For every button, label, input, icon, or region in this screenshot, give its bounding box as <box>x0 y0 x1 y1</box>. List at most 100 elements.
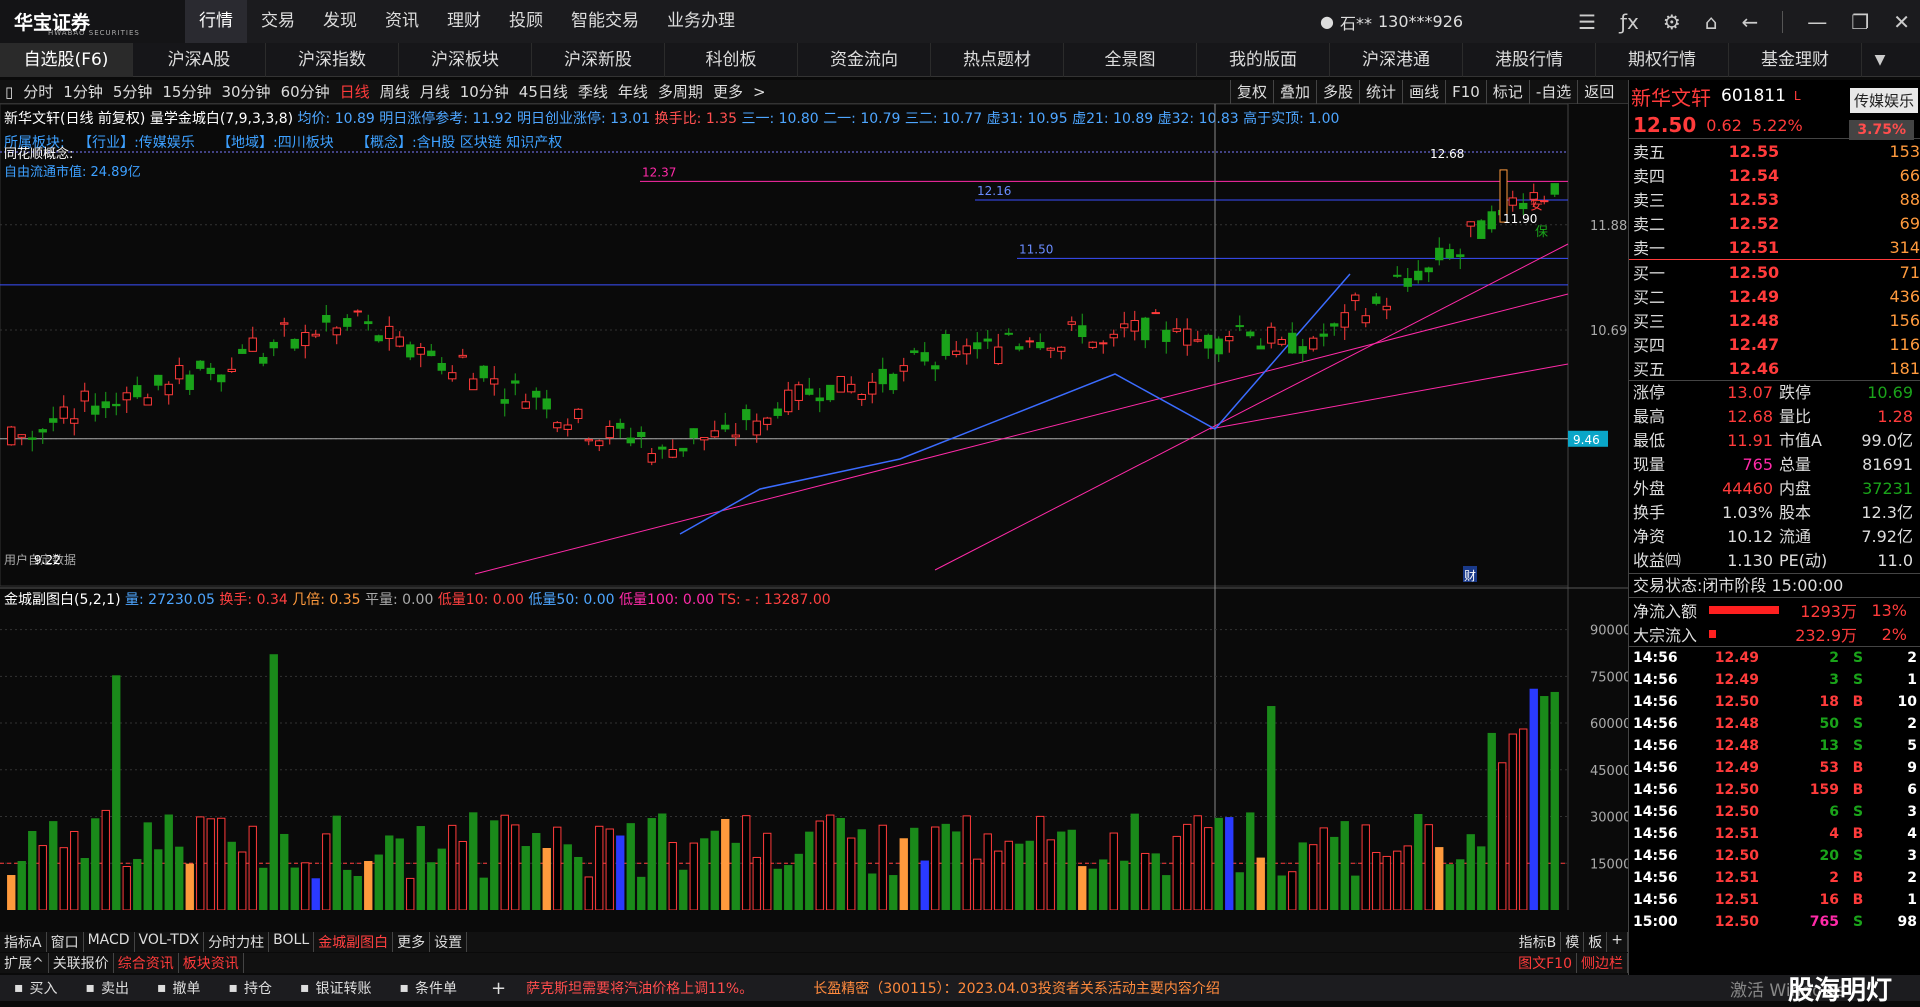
period-tab[interactable]: 1分钟 <box>58 81 108 102</box>
chart-tool-button[interactable]: 多股 <box>1316 80 1359 104</box>
period-tab[interactable]: 季线 <box>573 81 613 102</box>
indicator-tab[interactable]: BOLL <box>269 932 315 952</box>
vol-indicator[interactable]: 金城副图白(5,2,1) <box>4 592 121 608</box>
period-tab[interactable]: 15分钟 <box>157 81 216 102</box>
list-icon[interactable]: ☰ <box>1578 10 1596 34</box>
market-tab[interactable]: 沪深板块 <box>399 43 532 77</box>
indicator-right-tab[interactable]: 指标B <box>1515 932 1562 952</box>
extension-tab[interactable]: 扩展^ <box>0 953 49 973</box>
market-tab[interactable]: 基金理财 <box>1729 43 1862 77</box>
news-ticker-2[interactable]: 长盈精密（300115）：2023.04.03投资者关系活动主要内容介绍 <box>813 978 1220 998</box>
restore-icon[interactable]: ❐ <box>1851 10 1869 34</box>
market-tab[interactable]: 热点题材 <box>931 43 1064 77</box>
market-tab[interactable]: 我的版面 <box>1197 43 1330 77</box>
volume-bar <box>1057 831 1066 910</box>
period-tab[interactable]: 60分钟 <box>276 81 335 102</box>
market-tab[interactable]: 沪深A股 <box>133 43 266 77</box>
candle-body <box>133 385 142 398</box>
volume-bar <box>952 831 961 910</box>
settings-icon[interactable]: ⚙ <box>1663 10 1681 34</box>
chart-tool-button[interactable]: 统计 <box>1359 80 1402 104</box>
chevron-right-icon[interactable]: > <box>748 83 771 101</box>
menu-item[interactable]: 投顾 <box>495 0 557 43</box>
market-tab[interactable]: 沪深新股 <box>532 43 665 77</box>
plus-icon[interactable]: + <box>491 978 506 999</box>
period-tab[interactable]: 30分钟 <box>216 81 275 102</box>
period-tab[interactable]: 45日线 <box>514 81 573 102</box>
period-tab[interactable]: 10分钟 <box>455 81 514 102</box>
market-tab[interactable]: 全景图 <box>1064 43 1197 77</box>
volume-bar <box>1267 706 1276 910</box>
indicator-tab[interactable]: MACD <box>84 932 135 952</box>
vol-jibei: 几倍: 0.35 <box>292 592 361 608</box>
extension-tab[interactable]: 关联报价 <box>49 953 114 973</box>
market-tab[interactable]: 自选股(F6) <box>0 43 133 77</box>
chart-tool-button[interactable]: 返回 <box>1577 80 1620 104</box>
back-icon[interactable]: ← <box>1742 10 1759 34</box>
indicator-tab[interactable]: 更多 <box>393 932 431 952</box>
indicator-right-tab[interactable]: 模 <box>1561 932 1585 952</box>
market-tab[interactable]: 沪深港通 <box>1330 43 1463 77</box>
trade-button[interactable]: ▪ 卖出 <box>72 978 144 998</box>
market-tab[interactable]: 港股行情 <box>1463 43 1596 77</box>
trade-button[interactable]: ▪ 买入 <box>0 978 72 998</box>
indicator-right-tab[interactable]: 板 <box>1584 932 1608 952</box>
period-tab[interactable]: 月线 <box>415 81 455 102</box>
chart-tool-button[interactable]: 复权 <box>1230 80 1273 104</box>
chart-tool-button[interactable]: 标记 <box>1485 80 1529 104</box>
news-ticker-1[interactable]: 萨克斯坦需要将汽油价格上调11%。 <box>526 978 753 998</box>
menu-item[interactable]: 理财 <box>433 0 495 43</box>
shirt-icon[interactable]: ⌂ <box>1705 10 1718 34</box>
trade-button[interactable]: ▪ 持仓 <box>215 978 287 998</box>
indicator-tab[interactable]: 指标A <box>0 932 47 952</box>
kline-chart[interactable]: 11.8810.699.4612.3712.1611.5012.68安保11.9… <box>0 104 1628 910</box>
market-tab[interactable]: 资金流向 <box>798 43 931 77</box>
extension-right-tab[interactable]: 侧边栏 <box>1577 953 1628 973</box>
extension-right-tab[interactable]: 图文F10 <box>1514 953 1577 973</box>
trade-button[interactable]: ▪ 撤单 <box>143 978 215 998</box>
indicator-tab[interactable]: 窗口 <box>47 932 84 952</box>
market-tab[interactable]: 科创板 <box>665 43 798 77</box>
candle-body <box>385 325 394 339</box>
panel-toggle-icon[interactable]: ▯ <box>0 83 18 101</box>
trade-button[interactable]: ▪ 条件单 <box>386 978 472 998</box>
chart-tool-button[interactable]: 画线 <box>1402 80 1445 104</box>
extension-tab[interactable]: 综合资讯 <box>114 953 179 973</box>
sector-tag[interactable]: 传媒娱乐 <box>1849 88 1918 113</box>
menu-item[interactable]: 行情 <box>185 0 247 43</box>
chart-tool-button[interactable]: -自选 <box>1528 80 1577 104</box>
period-tab[interactable]: 更多 <box>708 81 748 102</box>
candle-body <box>1025 340 1034 343</box>
book-spacer <box>1791 243 1871 251</box>
menu-item[interactable]: 交易 <box>247 0 309 43</box>
extension-tab[interactable]: 板块资讯 <box>179 953 244 973</box>
user-info[interactable]: ● 石** 130***926 <box>1320 0 1463 43</box>
indicator-right-tab[interactable]: + <box>1607 932 1628 952</box>
period-tab[interactable]: 周线 <box>375 81 415 102</box>
indicator-tab[interactable]: VOL-TDX <box>135 932 205 952</box>
period-tab[interactable]: 日线 <box>335 81 375 102</box>
volume-bar <box>343 869 352 910</box>
market-tab[interactable]: 期权行情 <box>1596 43 1729 77</box>
indicator-tab[interactable]: 金城副图白 <box>314 932 394 952</box>
stat-label: 量比 <box>1779 407 1812 426</box>
close-icon[interactable]: ✕ <box>1893 10 1910 34</box>
chart-tool-button[interactable]: F10 <box>1445 80 1486 104</box>
menu-item[interactable]: 资讯 <box>371 0 433 43</box>
chart-tool-button[interactable]: 叠加 <box>1273 80 1316 104</box>
menu-item[interactable]: 智能交易 <box>557 0 653 43</box>
period-tab[interactable]: 5分钟 <box>108 81 158 102</box>
period-tab[interactable]: 多周期 <box>653 81 708 102</box>
period-tab[interactable]: 年线 <box>613 81 653 102</box>
indicator-tab[interactable]: 设置 <box>430 932 468 952</box>
function-icon[interactable]: ƒx <box>1620 10 1639 34</box>
indicator-tab[interactable]: 分时力柱 <box>204 932 270 952</box>
market-tab[interactable]: 沪深指数 <box>266 43 399 77</box>
menu-item[interactable]: 业务办理 <box>653 0 749 43</box>
period-tab[interactable]: 分时 <box>18 81 58 102</box>
trade-button[interactable]: ▪ 银证转账 <box>286 978 386 998</box>
cancel-icon: ▪ <box>157 980 167 996</box>
chevron-down-icon[interactable]: ▼ <box>1862 43 1898 76</box>
minimize-icon[interactable]: — <box>1807 10 1827 34</box>
menu-item[interactable]: 发现 <box>309 0 371 43</box>
